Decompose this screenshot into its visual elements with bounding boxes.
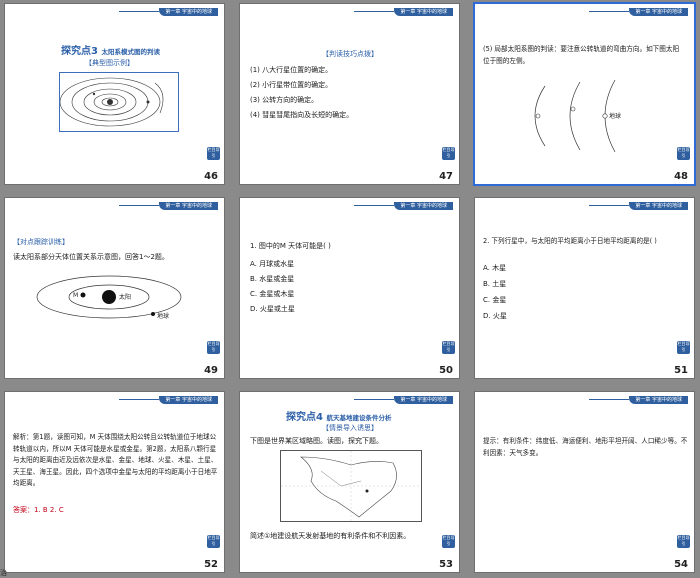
slide-number: 47 (439, 171, 453, 182)
topic-heading: 探究点4 航天基地建设条件分析 (286, 408, 391, 423)
slide-text-1: 下图是世界某区域略图。读图，探究下题。 (250, 437, 383, 445)
slide-header: 第一章 宇宙中的地球 (354, 202, 453, 210)
slide-47[interactable]: 第一章 宇宙中的地球 【判读技巧点拨】 (1) 八大行星位置的确定。 (2) 小… (239, 3, 460, 185)
return-button[interactable]: 栏目导引 (442, 147, 455, 160)
sun-label: 太阳 (119, 293, 131, 301)
slide-number: 53 (439, 559, 453, 570)
slide-header: 第一章 宇宙中的地球 (119, 396, 218, 404)
option-a: A. 木星 (483, 264, 507, 272)
return-button[interactable]: 栏目导引 (442, 535, 455, 548)
slide-46[interactable]: 第一章 宇宙中的地球 探究点3 太阳系模式图的判读 【典型图示例】 栏目导引 4… (4, 3, 225, 185)
option-b: B. 土星 (483, 280, 507, 288)
slide-text-2: 简述①地建设航天发射基地的有利条件和不利因素。 (250, 532, 411, 540)
topic-number: 探究点4 (286, 412, 323, 423)
slide-text: (5) 局部太阳系图的判读：要注意公转轨道的弯曲方向。如下图太阳位于图的左侧。 (483, 45, 680, 65)
tip-title: 【判读技巧点拨】 (322, 50, 378, 58)
return-button[interactable]: 栏目导引 (677, 341, 690, 354)
slide-number: 54 (674, 559, 688, 570)
option-d: D. 火星或土星 (250, 305, 295, 313)
return-button[interactable]: 栏目导引 (442, 341, 455, 354)
solar-orbits-diagram (59, 77, 164, 127)
slide-header: 第一章 宇宙中的地球 (354, 8, 453, 16)
answer-text: 答案：1. B 2. C (13, 506, 64, 514)
slide-header: 第一章 宇宙中的地球 (119, 202, 218, 210)
train-label: 【对点跟踪训练】 (13, 238, 69, 246)
tip-line-1: (1) 八大行星位置的确定。 (250, 66, 333, 74)
slide-header: 第一章 宇宙中的地球 (119, 8, 218, 16)
slide-54[interactable]: 第一章 宇宙中的地球 提示：有利条件：纬度低、海运便利、地形平坦开阔、人口稀少等… (474, 391, 695, 573)
earth-label: 地球 (157, 312, 169, 320)
slide-number: 48 (674, 171, 688, 182)
slide-text: 读太阳系部分天体位置关系示意图，回答1～2题。 (13, 253, 169, 261)
slide-48[interactable]: 第一章 宇宙中的地球 (5) 局部太阳系图的判读：要注意公转轨道的弯曲方向。如下… (473, 2, 696, 186)
option-d: D. 火星 (483, 312, 507, 320)
slide-number: 51 (674, 365, 688, 376)
slide-number: 49 (204, 365, 218, 376)
option-b: B. 水星或金星 (250, 275, 295, 283)
topic-title: 太阳系模式图的判读 (101, 48, 160, 56)
region-map-drawing (281, 451, 421, 521)
topic-title: 航天基地建设条件分析 (326, 414, 392, 422)
slide-51[interactable]: 第一章 宇宙中的地球 2. 下列行星中，与太阳的平均距离小于日地平均距离的是( … (474, 197, 695, 379)
option-a: A. 月球或水星 (250, 260, 295, 268)
slide-52[interactable]: 第一章 宇宙中的地球 解析：第1题，读图可知，M 天体围绕太阳公转且公转轨道位于… (4, 391, 225, 573)
slide-header: 第一章 宇宙中的地球 (589, 396, 688, 404)
tip-line-4: (4) 彗星彗尾指向及长短的确定。 (250, 111, 354, 119)
return-button[interactable]: 栏目导引 (677, 147, 690, 160)
slide-49[interactable]: 第一章 宇宙中的地球 【对点跟踪训练】 读太阳系部分天体位置关系示意图，回答1～… (4, 197, 225, 379)
hint-text: 提示：有利条件：纬度低、海运便利、地形平坦开阔、人口稀少等。不利因素：天气多变。 (483, 437, 688, 457)
slide-53[interactable]: 第一章 宇宙中的地球 探究点4 航天基地建设条件分析 【情景导入诱思】 下图是世… (239, 391, 460, 573)
slide-50[interactable]: 第一章 宇宙中的地球 1. 图中的M 天体可能是( ) A. 月球或水星 B. … (239, 197, 460, 379)
return-button[interactable]: 栏目导引 (207, 147, 220, 160)
question-text: 1. 图中的M 天体可能是( ) (250, 242, 331, 250)
return-button[interactable]: 栏目导引 (207, 341, 220, 354)
topic-heading: 探究点3 太阳系模式图的判读 (61, 42, 160, 57)
explanation-text: 解析：第1题，读图可知，M 天体围绕太阳公转且公转轨道位于地球公转轨道以内，所以… (13, 433, 218, 488)
option-c: C. 金星或木星 (250, 290, 295, 298)
slide-header: 第一章 宇宙中的地球 (354, 396, 453, 404)
sub-label: 【典型图示例】 (85, 59, 134, 67)
question-text: 2. 下列行星中，与太阳的平均距离小于日地平均距离的是( ) (483, 237, 657, 245)
tip-line-3: (3) 公转方向的确定。 (250, 96, 319, 104)
earth-label: 地球 (609, 112, 621, 120)
status-text: 治 (0, 569, 7, 577)
return-button[interactable]: 栏目导引 (677, 535, 690, 548)
slide-number: 50 (439, 365, 453, 376)
orbit-diagram: M 太阳 地球 (36, 275, 182, 320)
slide-number: 46 (204, 171, 218, 182)
solar-system-figure (59, 72, 179, 132)
tip-line-2: (2) 小行星带位置的确定。 (250, 81, 333, 89)
slide-header: 第一章 宇宙中的地球 (589, 202, 688, 210)
sub-label: 【情景导入诱思】 (322, 424, 378, 432)
partial-orbit-diagram: 地球 (534, 79, 621, 153)
option-c: C. 金星 (483, 296, 507, 304)
m-label: M (73, 292, 78, 299)
slide-header: 第一章 宇宙中的地球 (589, 8, 688, 16)
topic-number: 探究点3 (61, 46, 98, 57)
slide-number: 52 (204, 559, 218, 570)
region-map (280, 450, 422, 522)
return-button[interactable]: 栏目导引 (207, 535, 220, 548)
